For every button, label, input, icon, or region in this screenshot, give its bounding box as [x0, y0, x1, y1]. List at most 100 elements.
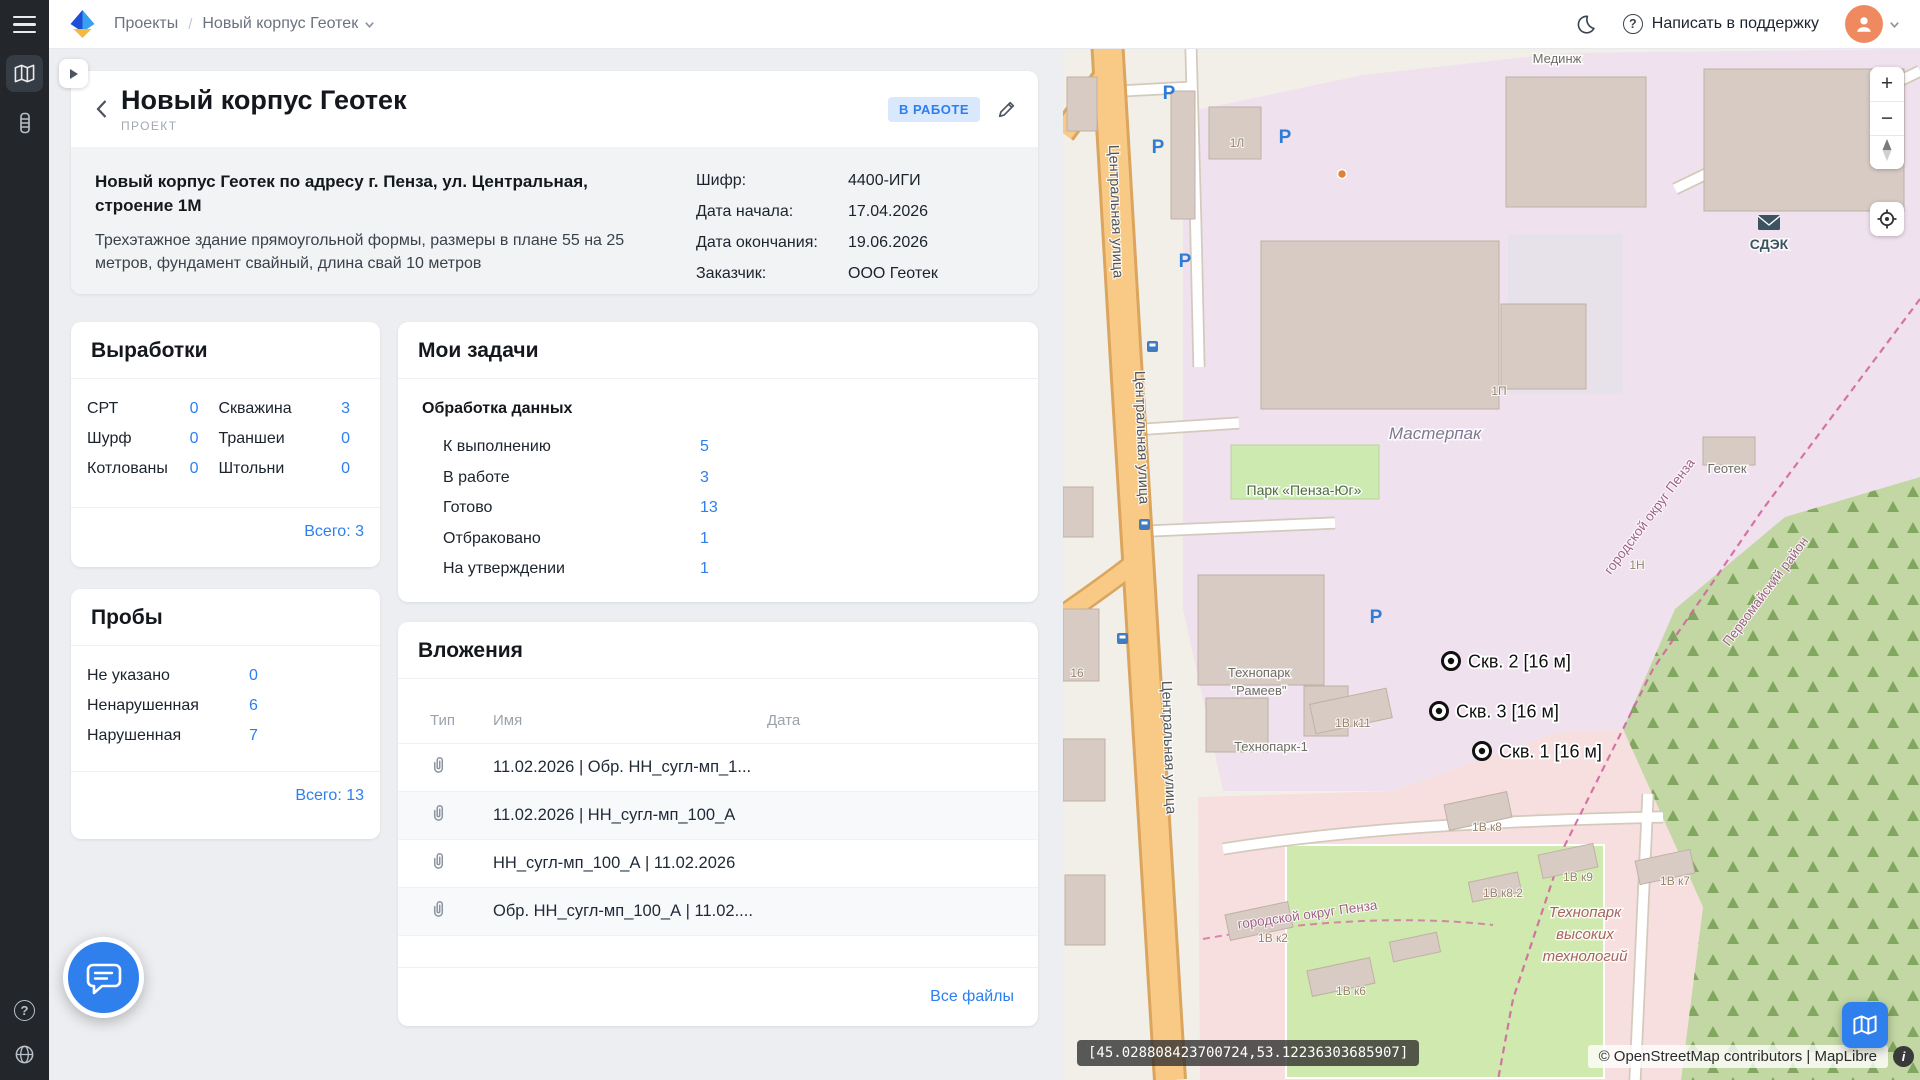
poi-dot	[1338, 170, 1347, 179]
sample-row: Не указано 0	[71, 661, 380, 691]
workings-row: Котлованы 0 Штольни 0	[71, 454, 380, 484]
borehole-label: Скв. 1 [16 м]	[1499, 742, 1602, 762]
task-status-row[interactable]: Готово 13	[398, 493, 1038, 524]
dark-mode-toggle-icon[interactable]	[1574, 13, 1597, 36]
pencil-icon	[996, 99, 1017, 120]
project-fields: Шифр: 4400-ИГИ Дата начала: 17.04.2026 Д…	[696, 170, 1014, 271]
user-menu[interactable]	[1845, 5, 1900, 43]
chat-fab-button[interactable]	[63, 937, 144, 1018]
breadcrumb-root-label: Проекты	[114, 15, 178, 33]
edit-project-button[interactable]	[996, 99, 1017, 120]
post-office-icon	[1758, 215, 1780, 230]
task-status-row[interactable]: На утверждении 1	[398, 554, 1038, 585]
user-icon	[1853, 13, 1875, 35]
field-label: Шифр:	[696, 172, 848, 190]
left-rail: ?	[0, 0, 49, 1080]
map-canvas[interactable]: Центральная улицаЦентральная улицаЦентра…	[1063, 49, 1920, 1080]
tasks-title: Мои задачи	[398, 322, 1038, 378]
task-status-row[interactable]: Отбраковано 1	[398, 524, 1038, 555]
sidebar-item-core-samples[interactable]	[6, 104, 43, 141]
project-header-card: Новый корпус Геотек ПРОЕКТ В РАБОТЕ Новы…	[71, 71, 1038, 294]
zoom-in-button[interactable]: +	[1870, 67, 1904, 101]
map-label: 16	[1070, 666, 1084, 680]
geolocate-button[interactable]	[1870, 202, 1904, 236]
task-status-row[interactable]: В работе 3	[398, 463, 1038, 494]
map-label: Парк «Пенза-Юг»	[1247, 482, 1362, 498]
map-attribution[interactable]: © OpenStreetMap contributors | MapLibre	[1588, 1045, 1888, 1068]
paperclip-icon	[430, 851, 493, 876]
attachment-row[interactable]: 11.02.2026 | НН_сугл-мп_100_А	[398, 791, 1038, 839]
map-label: 1В к9	[1563, 870, 1593, 884]
project-field-row: Заказчик: ООО Геотек	[696, 265, 1014, 283]
chevron-down-icon	[1889, 19, 1900, 30]
map-label: 1В к2	[1258, 931, 1288, 945]
rail-help-button[interactable]: ?	[6, 992, 43, 1029]
avatar	[1845, 5, 1883, 43]
stat-value: 0	[324, 430, 350, 448]
map-label: 1П	[1491, 384, 1506, 398]
attachments-table: 11.02.2026 | Обр. НН_сугл-мп_1... 11.02.…	[398, 743, 1038, 936]
breadcrumb-separator: /	[188, 16, 192, 33]
task-status-row[interactable]: К выполнению 5	[398, 432, 1038, 463]
map-label: Технопарк	[1549, 904, 1622, 921]
map-label: Мединж	[1533, 51, 1582, 66]
parking-icon: P	[1152, 137, 1165, 158]
chevron-down-icon	[364, 19, 375, 30]
attachment-row[interactable]: НН_сугл-мп_100_А | 11.02.2026	[398, 839, 1038, 887]
rail-language-button[interactable]	[6, 1036, 43, 1073]
app-logo[interactable]	[67, 9, 98, 39]
borehole-marker[interactable]	[1431, 703, 1448, 720]
map-label: 1В к8	[1472, 820, 1502, 834]
task-status-label: К выполнению	[443, 438, 700, 456]
attribution-info-button[interactable]: i	[1893, 1046, 1914, 1067]
zoom-out-button[interactable]: −	[1870, 101, 1904, 135]
hamburger-menu-icon[interactable]	[13, 16, 36, 38]
column-type: Тип	[430, 712, 493, 729]
breadcrumb-current-label: Новый корпус Геотек	[202, 15, 358, 33]
map-layers-button[interactable]	[1842, 1002, 1888, 1048]
breadcrumb-current-project[interactable]: Новый корпус Геотек	[202, 15, 375, 33]
field-value: ООО Геотек	[848, 265, 938, 283]
map-label: высоких	[1556, 926, 1614, 943]
stat-value: 3	[324, 400, 350, 418]
paperclip-icon	[430, 755, 493, 780]
workings-total: Всего: 3	[71, 507, 380, 556]
sidebar-item-map[interactable]	[6, 55, 43, 92]
status-badge[interactable]: В РАБОТЕ	[888, 97, 980, 122]
paperclip-icon	[430, 899, 493, 924]
question-icon: ?	[14, 1000, 35, 1021]
globe-icon	[14, 1044, 35, 1065]
borehole-marker[interactable]	[1443, 653, 1460, 670]
parking-icon: P	[1370, 607, 1383, 628]
stat-label: Котлованы	[87, 460, 173, 478]
help-circle-icon: ?	[1623, 14, 1643, 34]
map-label: Технопарк-1	[1234, 739, 1308, 754]
map-label: 1В к11	[1335, 716, 1371, 730]
map-label: 1В к8.2	[1483, 886, 1523, 900]
breadcrumb-projects[interactable]: Проекты	[114, 15, 178, 33]
compass-icon	[1879, 139, 1895, 161]
field-label: Заказчик:	[696, 265, 848, 283]
core-sample-icon	[15, 112, 35, 134]
field-label: Дата окончания:	[696, 234, 848, 252]
task-status-count: 5	[700, 438, 709, 456]
all-files-link[interactable]: Все файлы	[930, 988, 1014, 1005]
attachment-row[interactable]: 11.02.2026 | Обр. НН_сугл-мп_1...	[398, 743, 1038, 791]
parking-icon: P	[1279, 127, 1292, 148]
borehole-marker[interactable]	[1474, 743, 1491, 760]
attachment-name: Обр. НН_сугл-мп_100_А | 11.02....	[493, 902, 767, 921]
samples-total: Всего: 13	[71, 771, 380, 820]
map-label: технологий	[1543, 948, 1628, 965]
project-field-row: Дата начала: 17.04.2026	[696, 203, 1014, 221]
back-button[interactable]	[89, 97, 113, 121]
compass-button[interactable]	[1870, 135, 1904, 169]
support-button[interactable]: ? Написать в поддержку	[1623, 14, 1819, 34]
sidebar-expand-button[interactable]	[59, 59, 88, 88]
attachment-name: НН_сугл-мп_100_А | 11.02.2026	[493, 854, 767, 873]
sample-count: 7	[249, 727, 258, 745]
map-label: Геотек	[1707, 461, 1746, 476]
map-label: "Рамеев"	[1231, 683, 1286, 698]
task-status-label: Готово	[443, 499, 700, 517]
attachment-row[interactable]: Обр. НН_сугл-мп_100_А | 11.02....	[398, 887, 1038, 935]
paperclip-icon	[430, 803, 493, 828]
